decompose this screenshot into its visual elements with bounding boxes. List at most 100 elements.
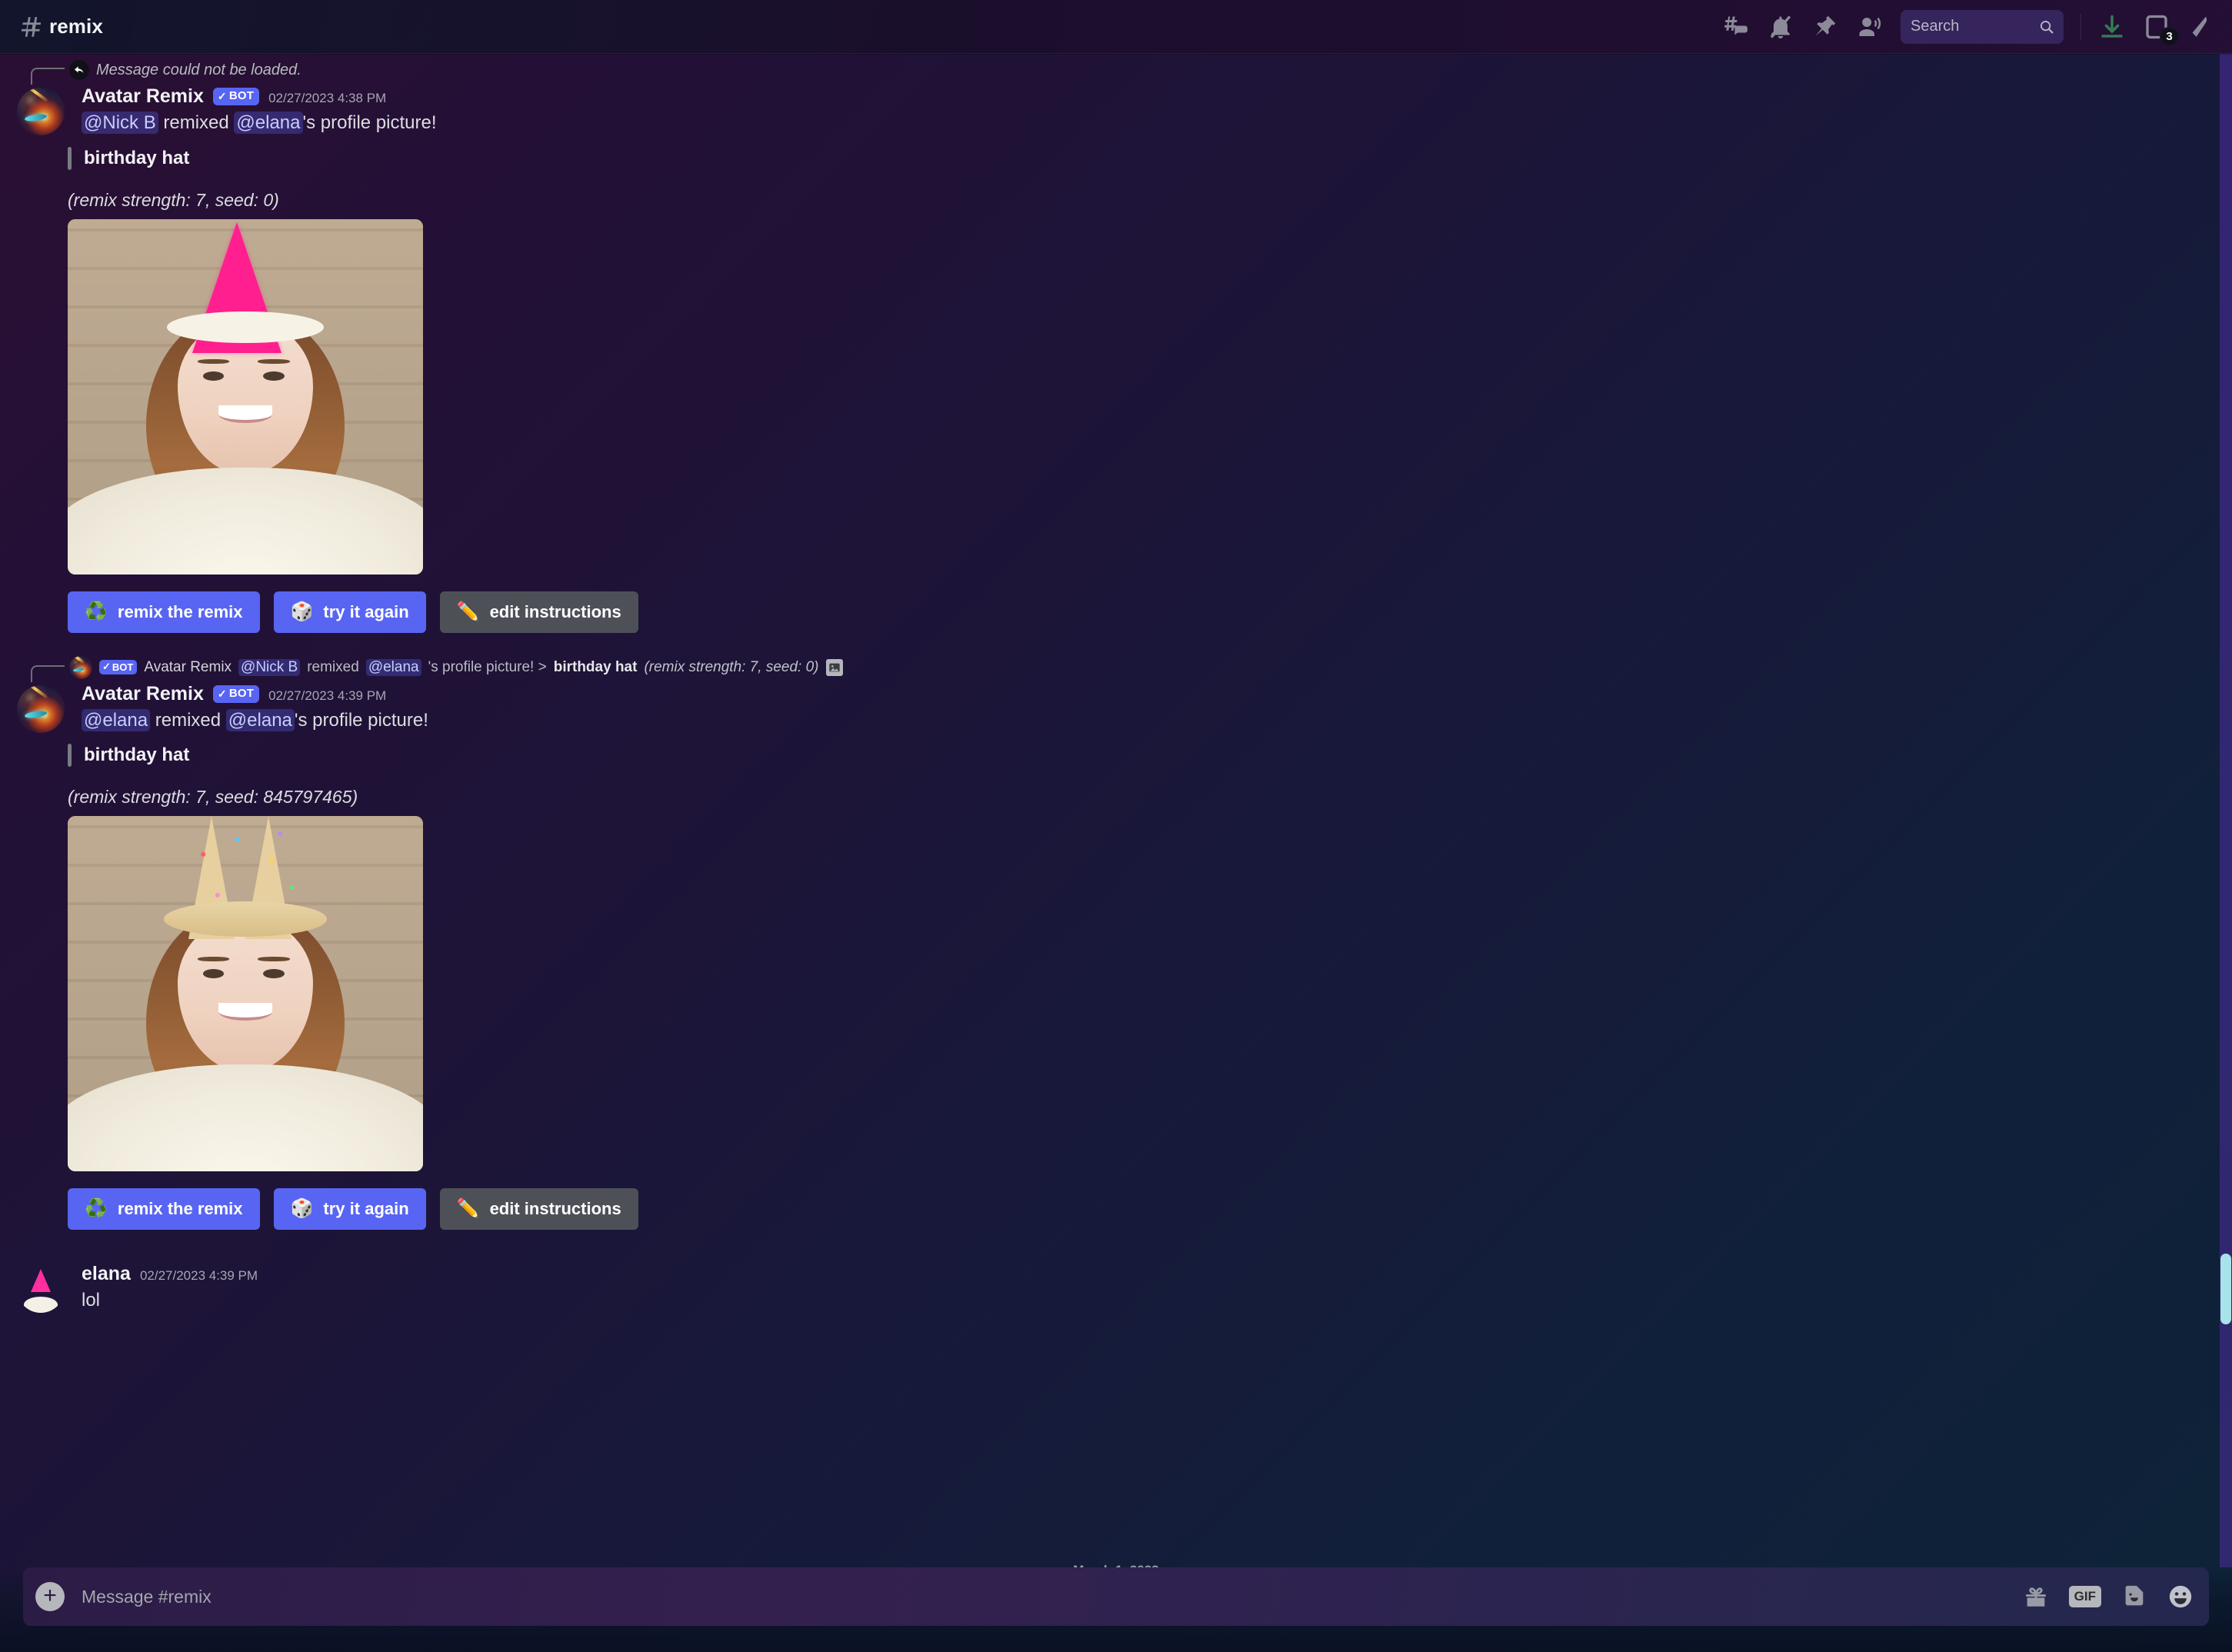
pin-icon[interactable] [1811,13,1839,41]
message-header: elana 02/27/2023 4:39 PM [82,1262,2209,1285]
photo-brow-left [198,957,230,961]
mention-elana[interactable]: @elana [226,709,295,731]
reply-embed-title: birthday hat [554,659,638,676]
message-header: Avatar Remix ✓BOT 02/27/2023 4:38 PM [82,85,2209,108]
photo-brow-right [258,957,290,961]
reply-spine [31,68,65,85]
photo-smile [218,405,272,423]
message-body: Avatar Remix ✓BOT 02/27/2023 4:38 PM @Ni… [82,85,2209,136]
message-body: Avatar Remix ✓BOT 02/27/2023 4:39 PM @el… [82,682,2209,734]
scrollbar[interactable] [2220,54,2232,1567]
button-label: edit instructions [490,602,621,622]
download-icon[interactable] [2098,13,2126,41]
message-row: elana 02/27/2023 4:39 PM lol [0,1262,2209,1313]
embed-color-bar [68,744,72,767]
message-text-part: 's profile picture! [295,710,428,731]
help-icon[interactable] [2187,13,2215,41]
message-author[interactable]: Avatar Remix [82,85,204,108]
bot-label: BOT [229,687,254,701]
mention-elana[interactable]: @elana [234,112,302,134]
verified-check-icon: ✓ [218,688,227,701]
photo-sweater [68,1064,423,1171]
reply-reference-error[interactable]: Message could not be loaded. [0,55,2209,85]
message-author[interactable]: Avatar Remix [82,682,204,705]
embed-image-sprinkle-hat[interactable] [68,816,423,1171]
reply-mention-elana: @elana [366,659,421,676]
image-attachment-icon [826,659,843,676]
message-header: Avatar Remix ✓BOT 02/27/2023 4:39 PM [82,682,2209,705]
hash-icon [17,14,43,40]
recycle-icon: ♻️ [85,603,108,621]
message-composer: + GIF [23,1567,2209,1626]
message-author[interactable]: elana [82,1262,131,1285]
message-input[interactable] [82,1587,2009,1607]
emoji-icon[interactable] [2167,1584,2194,1610]
threads-icon[interactable] [1722,13,1750,41]
plus-icon[interactable]: + [35,1582,65,1611]
reply-arrow-icon [69,60,89,80]
reply-bot-badge: ✓BOT [99,660,137,674]
photo-hat-brim [164,901,328,937]
edit-instructions-button[interactable]: ✏️ edit instructions [440,1188,638,1230]
button-label: try it again [323,1199,408,1219]
header-actions: Search 3 [1722,10,2215,44]
mention-nick-b[interactable]: @Nick B [82,112,158,134]
notification-off-icon[interactable] [1767,13,1794,41]
scrollbar-thumb[interactable] [2220,1254,2231,1324]
message: ✓BOT Avatar Remix @Nick B remixed @elana… [0,651,2232,1232]
avatar[interactable] [17,88,65,135]
try-it-again-button[interactable]: 🎲 try it again [274,591,426,633]
try-it-again-button[interactable]: 🎲 try it again [274,1188,426,1230]
embed-title: birthday hat [84,148,189,169]
dice-icon: 🎲 [291,1200,314,1218]
embed-image-pink-hat[interactable] [68,219,423,575]
embed-title: birthday hat [84,744,189,766]
message-text: @elana remixed @elana's profile picture! [82,708,2209,733]
message-text: @Nick B remixed @elana's profile picture… [82,110,2209,135]
remix-the-remix-button[interactable]: ♻️ remix the remix [68,591,260,633]
inbox-button[interactable]: 3 [2143,13,2170,41]
search-input[interactable]: Search [1901,10,2064,44]
message-text-part: remixed [158,112,235,133]
composer-container: + GIF [0,1567,2232,1652]
gif-icon[interactable]: GIF [2069,1586,2101,1607]
gift-icon[interactable] [2023,1584,2049,1610]
reply-text-tail: 's profile picture! > [428,659,547,676]
avatar[interactable] [17,1265,65,1313]
avatar[interactable] [17,685,65,733]
edit-instructions-button[interactable]: ✏️ edit instructions [440,591,638,633]
reply-reference[interactable]: ✓BOT Avatar Remix @Nick B remixed @elana… [0,653,2209,682]
message-body: elana 02/27/2023 4:39 PM lol [82,1262,2209,1313]
pencil-icon: ✏️ [457,1200,480,1218]
members-icon[interactable] [1856,13,1884,41]
embed-actions: ♻️ remix the remix 🎲 try it again ✏️ edi… [0,591,2209,633]
message-timestamp: 02/27/2023 4:39 PM [268,688,386,704]
message-list: Message could not be loaded. Avatar Remi… [0,54,2232,1567]
bot-label: BOT [229,89,254,103]
composer-actions: GIF [2023,1584,2194,1610]
header-divider [2080,14,2081,40]
reply-mention-nick-b: @Nick B [238,659,300,676]
photo-eye-right [263,371,285,381]
reply-avatar [69,656,92,679]
button-label: remix the remix [118,1199,243,1219]
bot-label: BOT [112,661,133,673]
reply-embed-note: (remix strength: 7, seed: 0) [644,659,818,676]
embed-actions: ♻️ remix the remix 🎲 try it again ✏️ edi… [0,1188,2209,1230]
reply-author: Avatar Remix [144,659,232,676]
channel-header: remix Search [0,0,2232,54]
photo-smile [218,1003,272,1021]
photo-eye-left [203,969,225,978]
message-timestamp: 02/27/2023 4:38 PM [268,91,386,106]
message-timestamp: 02/27/2023 4:39 PM [140,1268,258,1284]
message-row: Avatar Remix ✓BOT 02/27/2023 4:38 PM @Ni… [0,85,2209,136]
embed: birthday hat (remix strength: 7, seed: 0… [0,147,2209,575]
mention-elana[interactable]: @elana [82,709,150,731]
sticker-icon[interactable] [2121,1584,2147,1610]
embed-title-row: birthday hat [68,147,2209,170]
button-label: edit instructions [490,1199,621,1219]
message-text-part: 's profile picture! [303,112,437,133]
remix-the-remix-button[interactable]: ♻️ remix the remix [68,1188,260,1230]
message: Message could not be loaded. Avatar Remi… [0,54,2232,634]
button-label: try it again [323,602,408,622]
